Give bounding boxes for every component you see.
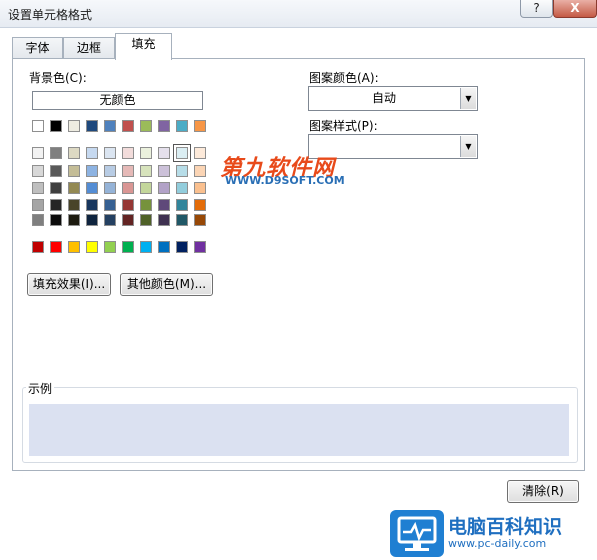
pattern-color-select[interactable]: 自动 ▼ <box>308 86 478 111</box>
color-swatch-shade0-5[interactable] <box>122 147 134 159</box>
watermark-site-url: WWW.D9SOFT.COM <box>225 174 345 187</box>
more-colors-button[interactable]: 其他颜色(M)... <box>120 273 213 296</box>
format-cells-dialog: 设置单元格格式 ? X 字体 边框 填充 背景色(C): 无颜色 填充效果(I)… <box>0 0 597 557</box>
color-swatch-shade3-9[interactable] <box>194 199 206 211</box>
color-swatch-shade0-6[interactable] <box>140 147 152 159</box>
color-swatch-shade4-0[interactable] <box>32 214 44 226</box>
color-swatch-standard-0[interactable] <box>32 241 44 253</box>
color-swatch-shade2-0[interactable] <box>32 182 44 194</box>
color-swatch-shade0-4[interactable] <box>104 147 116 159</box>
color-swatch-shade3-1[interactable] <box>50 199 62 211</box>
color-swatch-shade3-8[interactable] <box>176 199 188 211</box>
color-swatch-shade4-5[interactable] <box>122 214 134 226</box>
color-swatch-shade2-2[interactable] <box>68 182 80 194</box>
color-swatch-theme-top-7[interactable] <box>158 120 170 132</box>
dialog-title: 设置单元格格式 <box>8 8 93 22</box>
sample-label: 示例 <box>26 380 55 397</box>
color-swatch-shade4-2[interactable] <box>68 214 80 226</box>
background-color-label: 背景色(C): <box>29 71 87 85</box>
color-swatch-shade0-3[interactable] <box>86 147 98 159</box>
color-swatch-shade0-0[interactable] <box>32 147 44 159</box>
color-swatch-shade0-1[interactable] <box>50 147 62 159</box>
logo-url: www.pc-daily.com <box>448 537 547 550</box>
fill-effects-button[interactable]: 填充效果(I)... <box>27 273 111 296</box>
chevron-down-icon[interactable]: ▼ <box>460 136 476 157</box>
color-swatch-shade4-6[interactable] <box>140 214 152 226</box>
color-swatch-theme-top-1[interactable] <box>50 120 62 132</box>
color-swatch-standard-3[interactable] <box>86 241 98 253</box>
color-swatch-theme-top-2[interactable] <box>68 120 80 132</box>
color-swatch-shade3-6[interactable] <box>140 199 152 211</box>
color-swatch-shade1-6[interactable] <box>140 165 152 177</box>
color-swatch-theme-top-0[interactable] <box>32 120 44 132</box>
color-swatch-theme-top-3[interactable] <box>86 120 98 132</box>
color-swatch-shade4-8[interactable] <box>176 214 188 226</box>
color-swatch-shade1-1[interactable] <box>50 165 62 177</box>
tab-fill[interactable]: 填充 <box>115 33 172 60</box>
color-swatch-shade0-2[interactable] <box>68 147 80 159</box>
color-swatch-shade1-2[interactable] <box>68 165 80 177</box>
color-swatch-shade4-4[interactable] <box>104 214 116 226</box>
color-swatch-shade2-3[interactable] <box>86 182 98 194</box>
clear-button[interactable]: 清除(R) <box>507 480 579 503</box>
help-button[interactable]: ? <box>520 0 553 18</box>
no-color-button[interactable]: 无颜色 <box>32 91 203 110</box>
color-swatch-theme-top-4[interactable] <box>104 120 116 132</box>
color-swatch-shade1-7[interactable] <box>158 165 170 177</box>
color-swatch-shade3-3[interactable] <box>86 199 98 211</box>
site-logo: 电脑百科知识 www.pc-daily.com <box>390 510 597 557</box>
color-swatch-shade2-7[interactable] <box>158 182 170 194</box>
logo-title: 电脑百科知识 <box>448 516 563 538</box>
tab-border[interactable]: 边框 <box>63 37 115 59</box>
color-swatch-shade4-3[interactable] <box>86 214 98 226</box>
color-swatch-standard-2[interactable] <box>68 241 80 253</box>
color-swatch-shade1-4[interactable] <box>104 165 116 177</box>
sample-preview <box>29 404 569 456</box>
color-swatch-theme-top-5[interactable] <box>122 120 134 132</box>
color-swatch-shade0-9[interactable] <box>194 147 206 159</box>
color-swatch-standard-5[interactable] <box>122 241 134 253</box>
chevron-down-icon[interactable]: ▼ <box>460 88 476 109</box>
monitor-icon <box>390 510 444 557</box>
color-swatch-shade4-9[interactable] <box>194 214 206 226</box>
close-button[interactable]: X <box>553 0 597 18</box>
color-swatch-standard-6[interactable] <box>140 241 152 253</box>
color-swatch-shade2-5[interactable] <box>122 182 134 194</box>
color-swatch-shade1-9[interactable] <box>194 165 206 177</box>
color-swatch-shade2-8[interactable] <box>176 182 188 194</box>
tab-font[interactable]: 字体 <box>12 37 63 59</box>
color-swatch-shade1-0[interactable] <box>32 165 44 177</box>
color-swatch-shade2-1[interactable] <box>50 182 62 194</box>
color-swatch-theme-top-9[interactable] <box>194 120 206 132</box>
color-swatch-shade3-0[interactable] <box>32 199 44 211</box>
color-swatch-shade2-6[interactable] <box>140 182 152 194</box>
color-swatch-standard-8[interactable] <box>176 241 188 253</box>
color-swatch-standard-4[interactable] <box>104 241 116 253</box>
color-swatch-standard-1[interactable] <box>50 241 62 253</box>
color-swatch-shade0-8[interactable] <box>173 144 191 162</box>
pattern-color-value: 自动 <box>371 91 396 105</box>
color-swatch-shade1-3[interactable] <box>86 165 98 177</box>
color-swatch-shade1-5[interactable] <box>122 165 134 177</box>
title-bar: 设置单元格格式 ? X <box>0 0 597 28</box>
color-swatch-shade4-7[interactable] <box>158 214 170 226</box>
color-swatch-shade3-7[interactable] <box>158 199 170 211</box>
color-swatch-shade2-4[interactable] <box>104 182 116 194</box>
color-swatch-shade4-1[interactable] <box>50 214 62 226</box>
color-swatch-shade2-9[interactable] <box>194 182 206 194</box>
color-swatch-shade3-4[interactable] <box>104 199 116 211</box>
color-swatch-shade3-5[interactable] <box>122 199 134 211</box>
color-swatch-shade0-7[interactable] <box>158 147 170 159</box>
color-swatch-theme-top-8[interactable] <box>176 120 188 132</box>
color-swatch-standard-9[interactable] <box>194 241 206 253</box>
color-swatch-theme-top-6[interactable] <box>140 120 152 132</box>
color-swatch-standard-7[interactable] <box>158 241 170 253</box>
pattern-color-label: 图案颜色(A): <box>309 71 379 85</box>
color-swatch-shade3-2[interactable] <box>68 199 80 211</box>
color-swatch-shade1-8[interactable] <box>176 165 188 177</box>
pattern-style-label: 图案样式(P): <box>309 119 378 133</box>
